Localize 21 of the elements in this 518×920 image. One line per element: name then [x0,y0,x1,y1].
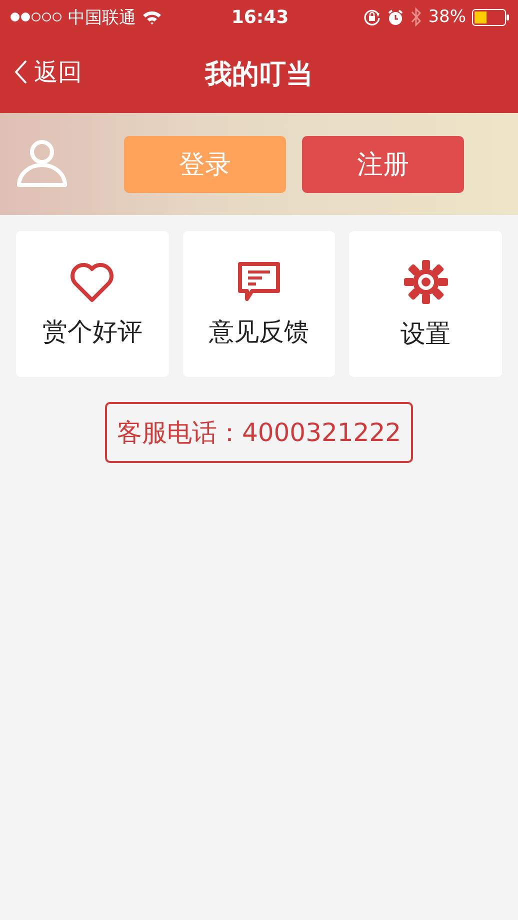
alarm-icon [387,8,404,26]
back-button[interactable]: 返回 [14,56,82,88]
menu-tile[interactable]: 意见反馈 [182,231,336,377]
clock-time: 16:43 [231,6,289,28]
heart-icon [69,260,116,302]
chevron-left-icon [14,60,28,84]
user-icon [16,139,68,189]
signal-icon [10,12,62,22]
wifi-icon [142,10,162,24]
battery-icon [472,8,510,26]
settings-icon [402,258,449,304]
rotation-lock-icon [363,8,382,26]
menu-tile[interactable]: 赏个好评 [16,231,169,377]
carrier-name: 中国联通 [68,6,136,28]
message-icon [237,260,281,302]
register-button[interactable]: 注册 [302,136,464,192]
page-title: 我的叮当 [205,58,313,92]
battery-percent: 38% [428,7,466,27]
hotline-button[interactable]: 客服电话：4000321222 [104,402,414,463]
menu-tile[interactable]: 设置 [349,231,502,377]
bluetooth-icon [410,7,422,27]
